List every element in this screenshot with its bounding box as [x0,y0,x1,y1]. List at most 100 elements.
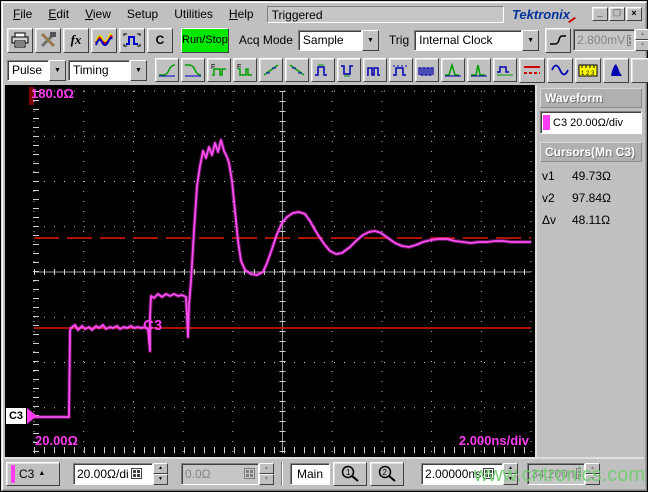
menu-bar: File /* underlined-first-letter menus fi… [4,4,644,24]
menu-setup-label: Setup [126,7,159,21]
zoom1-button[interactable]: 1 [333,461,368,486]
keypad-icon[interactable] [130,468,142,479]
step-up-icon[interactable]: ▲ [153,462,168,474]
trig-level-value: 2.800mV [577,33,626,47]
offset-stepper[interactable]: ▲ ▼ [259,462,274,485]
meas-pos-overshoot-button[interactable] [441,58,465,82]
chevron-down-icon[interactable]: ▼ [522,29,540,51]
vertical-scale-value: 20.00Ω/di [77,466,129,481]
meas-pos-width-button[interactable] [311,58,335,82]
timing-select[interactable]: Timing ▼ [68,59,147,81]
readout-panel: Waveform C3 20.00Ω/div Cursors(Mn C3) v1… [535,85,645,457]
v1-label: v1 [542,169,555,183]
menu-view[interactable]: View [78,5,118,23]
channel-entry-label: C3 20.00Ω/div [553,116,623,129]
divider [281,461,283,486]
vertical-top-label: 180.0Ω [31,86,74,101]
v1-value: 49.73Ω [572,169,611,183]
keypad-icon[interactable] [244,468,255,479]
meas-rise-slope-button[interactable] [259,58,283,82]
step-down-icon[interactable]: ▼ [585,473,601,485]
trigger-status: Triggered [266,5,504,23]
pulse-select[interactable]: Pulse ▼ [7,59,66,81]
main-toolbar: fx C Run/Stop Acq Mode Sample ▼ Trig Int… [4,25,648,55]
meas-freq-neg-button[interactable]: F [233,58,257,82]
step-up-icon[interactable]: ▲ [503,462,519,474]
meas-freq-pos-button[interactable]: F [207,58,231,82]
step-down-icon[interactable]: ▼ [153,473,168,485]
cursor-lines-icon [524,66,540,74]
step-down-icon[interactable]: ▼ [259,473,274,485]
meas-fall-slope-button[interactable] [285,58,309,82]
channel-select-button[interactable]: C3 ▲ [6,461,60,486]
cursors-button[interactable] [519,57,545,83]
meas-cross-button[interactable] [493,58,517,82]
step-down-icon[interactable]: ▼ [503,473,519,485]
trig-level-spinner[interactable]: 2.800mV ▲ ▼ [573,29,648,51]
restore-button[interactable]: ❐ [609,7,625,21]
horizontal-scale-stepper[interactable]: ▲ ▼ [503,462,519,485]
print-button[interactable] [7,27,33,53]
menu-view-label: View [85,7,111,21]
trig-level-stepper[interactable]: ▲ ▼ [635,29,648,51]
readout-row-dv: Δv 48.11Ω [540,209,642,231]
keypad-icon[interactable] [483,468,495,479]
measurement-button[interactable]: 1 2 3 [575,57,601,83]
position-spinner[interactable]: 34.200n ▲ ▼ [527,462,601,485]
chevron-down-icon[interactable]: ▼ [361,29,379,51]
utilities-button[interactable] [35,27,61,53]
meas-burst-button[interactable] [415,58,439,82]
sine-icon [551,64,569,76]
tools-icon [40,32,56,48]
chevron-down-icon[interactable]: ▼ [130,59,147,81]
menu-help[interactable]: Help [222,5,261,23]
vertical-scale-stepper[interactable]: ▲ ▼ [153,462,168,485]
zoom2-button[interactable]: 2 [370,461,405,486]
vertical-scale-spinner[interactable]: 20.00Ω/di ▲ ▼ [73,462,168,485]
menu-setup[interactable]: Setup [120,5,165,23]
meas-neg-overshoot-button[interactable] [467,58,491,82]
dv-label: Δv [542,213,557,227]
clear-button[interactable]: C [147,27,173,53]
meas-period-button[interactable] [363,58,387,82]
v2-value: 97.84Ω [572,191,611,205]
run-stop-button[interactable]: Run/Stop [181,27,229,53]
histogram-button[interactable] [603,57,629,83]
v2-label: v2 [542,191,555,205]
offset-spinner[interactable]: 0.0Ω ▲ ▼ [181,462,274,485]
channel-marker-label[interactable]: C3 [5,407,27,425]
menu-utilities[interactable]: Utilities [167,5,220,23]
annotation-button[interactable]: IOI [631,57,648,83]
channel-marker[interactable]: C3 [5,407,37,425]
meas-fall-time-button[interactable] [181,58,205,82]
minimize-button[interactable]: _ [592,7,608,21]
acq-mode-select[interactable]: Sample ▼ [297,29,379,51]
keypad-icon[interactable] [627,34,632,46]
menu-file[interactable]: File [6,5,39,23]
math-button[interactable]: fx [63,27,89,53]
meas-duty-button[interactable] [389,58,413,82]
chevron-down-icon[interactable]: ▼ [49,59,66,81]
horizontal-scale-spinner[interactable]: 2.00000ns ▲ ▼ [421,462,519,485]
waveform-display-button[interactable] [91,27,117,53]
timebase-view-button[interactable]: Main [290,462,331,485]
readout-row-v2: v2 97.84Ω [540,187,642,209]
channel-entry[interactable]: C3 20.00Ω/div [540,111,642,134]
step-down-icon[interactable]: ▼ [635,40,648,51]
close-button[interactable]: × [626,7,642,21]
rise-curve-icon [159,64,176,77]
offset-value: 0.0Ω [185,466,211,481]
meas-neg-width-button[interactable] [337,58,361,82]
step-up-icon[interactable]: ▲ [259,462,274,474]
trig-source-select[interactable]: Internal Clock ▼ [414,29,540,51]
step-up-icon[interactable]: ▲ [635,29,648,40]
trig-slope-button[interactable] [545,27,572,53]
menu-edit[interactable]: Edit [41,5,76,23]
position-stepper[interactable]: ▲ ▼ [585,462,601,485]
step-up-icon[interactable]: ▲ [585,462,601,474]
meas-rise-time-button[interactable] [155,58,179,82]
autoset-button[interactable] [119,27,145,53]
waveform-view-button[interactable] [547,57,573,83]
menu-file-label: File [13,7,33,21]
keypad-icon[interactable] [576,468,582,479]
